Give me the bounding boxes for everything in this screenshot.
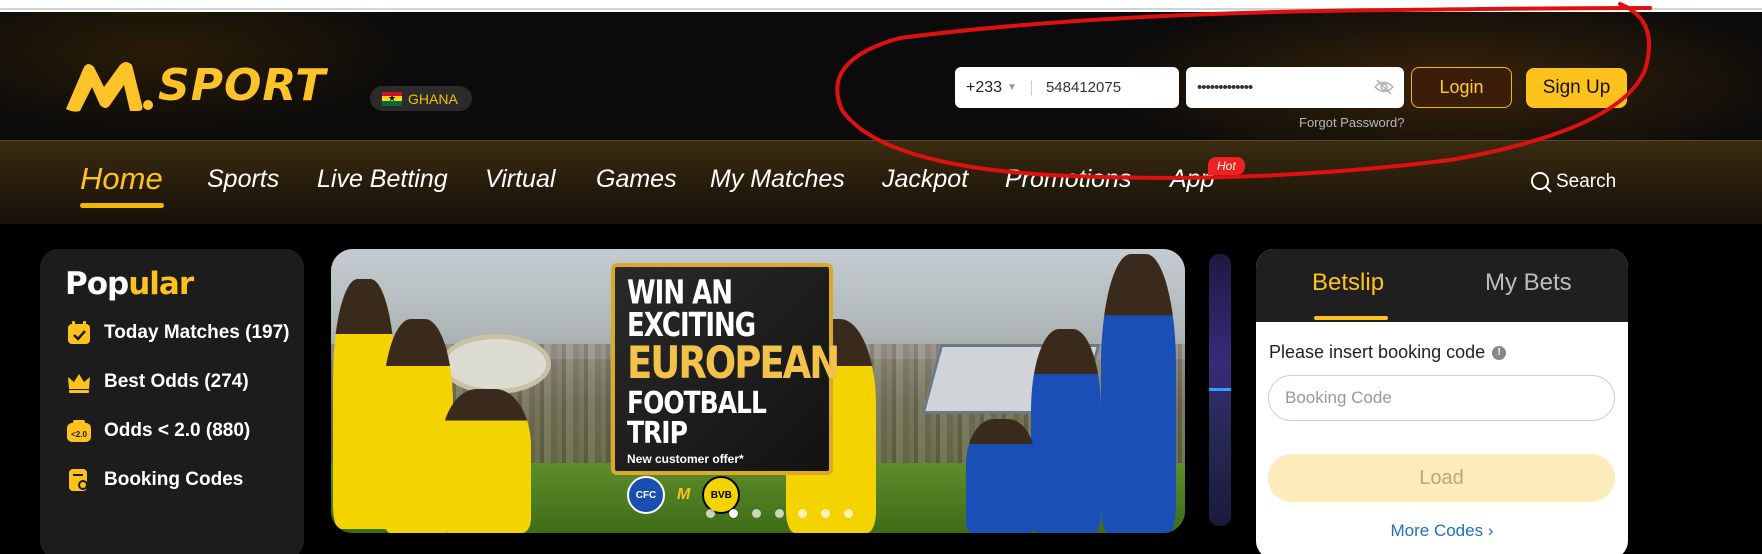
player-blue-1 (1101, 254, 1176, 533)
carousel-dot[interactable] (752, 509, 761, 518)
phone-input[interactable] (1045, 79, 1166, 96)
booking-code-label-text: Please insert booking code (1269, 342, 1486, 362)
hot-badge: Hot (1208, 157, 1245, 175)
odds-tag-text: <2.0 (71, 430, 87, 439)
search-label: Search (1556, 171, 1617, 192)
booking-code-input[interactable] (1268, 375, 1615, 421)
betslip-tabs: Betslip My Bets (1256, 249, 1628, 322)
booking-code-label: Please insert booking code ! (1269, 342, 1507, 363)
carousel-dot[interactable] (844, 509, 853, 518)
search-icon (1531, 172, 1552, 193)
nav-live-betting[interactable]: Live Betting (317, 165, 448, 194)
carousel-dot[interactable] (798, 509, 807, 518)
more-codes-link[interactable]: More Codes › (1256, 521, 1628, 541)
country-label: GHANA (408, 90, 458, 107)
nav-games[interactable]: Games (596, 165, 677, 194)
tab-active-underline (1314, 316, 1388, 320)
forgot-password-link[interactable]: Forgot Password? (1299, 115, 1405, 130)
betslip-panel: Betslip My Bets Please insert booking co… (1256, 249, 1628, 554)
promo-line-3: FOOTBALL TRIP (627, 385, 767, 451)
popular-item-booking-codes[interactable]: Booking Codes (66, 467, 243, 493)
nav-active-underline (80, 203, 164, 208)
popular-item-today-matches[interactable]: Today Matches (197) (66, 320, 289, 346)
logo-text: SPORT (158, 60, 327, 111)
promo-card: WIN AN EXCITING EUROPEAN FOOTBALL TRIP N… (611, 263, 840, 514)
load-button[interactable]: Load (1268, 454, 1615, 502)
popular-item-label: Today Matches (197) (104, 322, 290, 343)
promo-subtitle: New customer offer* (627, 452, 744, 466)
password-field[interactable] (1186, 67, 1404, 108)
eye-off-icon[interactable] (1374, 79, 1394, 95)
booking-code-icon (69, 469, 88, 491)
phone-field[interactable]: +233 ▼ (955, 67, 1179, 108)
info-icon[interactable]: ! (1492, 345, 1507, 360)
search-button[interactable]: Search (1530, 171, 1616, 193)
player-blue-2 (1031, 329, 1101, 533)
ghana-flag-icon: ★ (382, 91, 402, 106)
nav-promotions[interactable]: Promotions (1005, 165, 1131, 194)
chelsea-crest-icon: CFC (627, 476, 665, 514)
popular-item-best-odds[interactable]: Best Odds (274) (66, 369, 249, 395)
main-nav: Home Sports Live Betting Virtual Games M… (0, 140, 1762, 224)
popular-title: Popular (65, 266, 194, 302)
player-yellow-3 (441, 389, 531, 533)
odds-tag-icon: <2.0 (67, 420, 91, 442)
crown-icon (68, 374, 90, 393)
peek-line (1209, 388, 1231, 391)
password-input[interactable] (1197, 79, 1367, 96)
popular-title-yellow: ular (128, 266, 194, 302)
login-button[interactable]: Login (1411, 67, 1512, 108)
nav-jackpot[interactable]: Jackpot (882, 165, 968, 194)
carousel-dot-active[interactable] (729, 509, 738, 518)
player-blue-3 (966, 419, 1036, 533)
msport-m-icon (66, 62, 153, 112)
caret-down-icon[interactable]: ▼ (1007, 82, 1017, 93)
nav-my-matches[interactable]: My Matches (710, 165, 845, 194)
nav-home[interactable]: Home (80, 161, 163, 197)
next-banner-peek[interactable] (1209, 254, 1231, 526)
nav-virtual[interactable]: Virtual (485, 165, 555, 194)
popular-item-label: Odds < 2.0 (880) (104, 420, 251, 441)
site-header: SPORT ★ GHANA +233 ▼ Forgot Password? Lo… (0, 12, 1762, 140)
carousel-dot[interactable] (706, 509, 715, 518)
country-selector[interactable]: ★ GHANA (370, 86, 472, 111)
popular-item-label: Best Odds (274) (104, 371, 249, 392)
promo-line-2: EUROPEAN (627, 337, 840, 389)
carousel-dot[interactable] (821, 509, 830, 518)
calendar-check-icon (68, 321, 90, 344)
main-content: Popular Today Matches (197) Best Odds (2… (0, 224, 1762, 554)
msport-badge-icon: M (677, 486, 691, 503)
popular-item-odds-under-2[interactable]: <2.0 Odds < 2.0 (880) (66, 418, 250, 444)
msport-logo[interactable]: SPORT (62, 56, 326, 116)
promo-line-1: WIN AN EXCITING (627, 274, 756, 345)
stadium-left (441, 334, 551, 394)
tab-betslip[interactable]: Betslip (1312, 269, 1384, 297)
popular-title-white: Pop (65, 266, 129, 302)
carousel-dot[interactable] (775, 509, 784, 518)
tab-my-bets[interactable]: My Bets (1485, 269, 1572, 297)
country-code[interactable]: +233 (966, 79, 1002, 97)
popular-item-label: Booking Codes (104, 469, 244, 490)
carousel-dots (706, 509, 853, 518)
phone-separator (1030, 80, 1032, 95)
signup-button[interactable]: Sign Up (1526, 68, 1627, 108)
browser-top-edge (0, 0, 1762, 10)
popular-panel: Popular Today Matches (197) Best Odds (2… (40, 249, 304, 554)
nav-sports[interactable]: Sports (207, 165, 279, 194)
promo-banner[interactable]: WIN AN EXCITING EUROPEAN FOOTBALL TRIP N… (331, 249, 1185, 533)
